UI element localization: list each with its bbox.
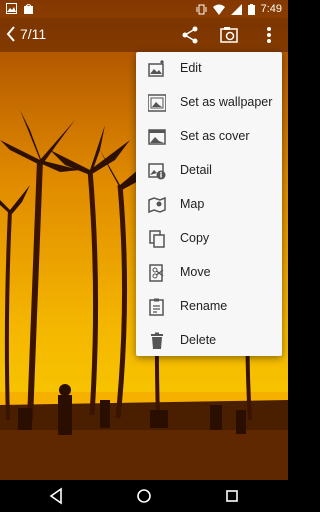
menu-item-rename[interactable]: Rename (136, 290, 282, 324)
detail-icon (148, 163, 166, 180)
recents-nav-icon[interactable] (223, 487, 241, 505)
bag-notification-icon (24, 4, 33, 14)
menu-item-label: Rename (180, 299, 228, 313)
status-time: 7:49 (260, 3, 282, 15)
edit-icon (148, 60, 164, 77)
menu-item-label: Edit (180, 61, 202, 75)
battery-icon (247, 3, 255, 15)
menu-item-label: Copy (180, 231, 210, 245)
menu-item-delete[interactable]: Delete (136, 324, 282, 358)
menu-item-copy[interactable]: Copy (136, 222, 282, 256)
home-nav-icon[interactable] (135, 487, 153, 505)
menu-item-map[interactable]: Map (136, 188, 282, 222)
menu-item-edit[interactable]: Edit (136, 52, 282, 86)
menu-item-label: Map (180, 197, 205, 211)
wifi-icon (212, 4, 225, 15)
back-nav-icon[interactable] (47, 487, 65, 505)
status-bar: 7:49 (0, 0, 288, 18)
menu-item-set-as-wallpaper[interactable]: Set as wallpaper (136, 86, 282, 120)
navigation-bar (0, 480, 288, 512)
vibrate-icon (196, 4, 207, 14)
more-vert-icon[interactable] (259, 25, 279, 45)
move-icon (149, 264, 164, 282)
menu-item-label: Set as wallpaper (180, 95, 273, 109)
menu-item-label: Detail (180, 163, 212, 177)
share-icon[interactable] (180, 25, 200, 45)
image-counter: 7/11 (20, 26, 47, 42)
top-app-bar: 7/11 (0, 18, 288, 52)
map-icon (148, 196, 166, 214)
copy-icon (149, 230, 165, 248)
wallpaper-icon (148, 94, 166, 112)
image-notification-icon (6, 3, 17, 14)
menu-item-label: Set as cover (180, 129, 250, 143)
signal-icon (230, 3, 242, 15)
menu-item-detail[interactable]: Detail (136, 154, 282, 188)
slideshow-icon[interactable] (219, 25, 239, 45)
menu-item-label: Delete (180, 333, 217, 347)
chevron-left-icon (6, 26, 15, 42)
menu-item-move[interactable]: Move (136, 256, 282, 290)
delete-icon (151, 332, 163, 349)
menu-item-label: Move (180, 265, 211, 279)
overflow-menu: Edit Set as wallpaper Set as cover Detai… (136, 52, 282, 356)
rename-icon (149, 298, 164, 316)
cover-icon (148, 129, 166, 145)
menu-item-set-as-cover[interactable]: Set as cover (136, 120, 282, 154)
back-button[interactable]: 7/11 (4, 24, 46, 44)
